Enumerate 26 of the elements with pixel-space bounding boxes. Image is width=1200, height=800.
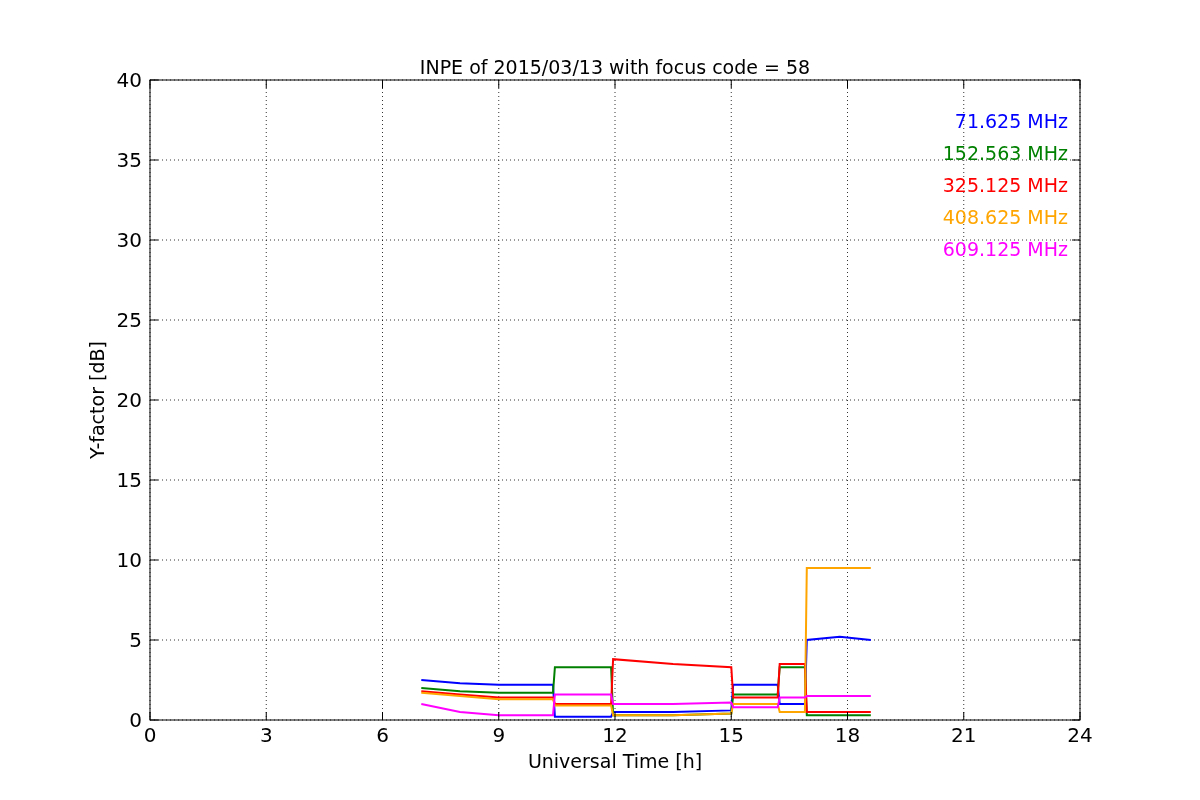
legend-label: 152.563 MHz <box>942 142 1068 164</box>
chart-title: INPE of 2015/03/13 with focus code = 58 <box>419 56 811 78</box>
y-tick-label: 35 <box>116 148 142 172</box>
y-tick-label: 25 <box>116 308 142 332</box>
x-tick-label: 9 <box>492 723 506 747</box>
x-tick-label: 12 <box>602 723 628 747</box>
y-tick-label: 10 <box>116 548 142 572</box>
x-tick-label: 3 <box>259 723 273 747</box>
x-tick-label: 0 <box>143 723 157 747</box>
legend-label: 325.125 MHz <box>942 174 1068 196</box>
x-tick-label: 21 <box>951 723 977 747</box>
y-tick-label: 5 <box>129 628 142 652</box>
y-tick-label: 20 <box>116 388 142 412</box>
legend-label: 609.125 MHz <box>942 238 1068 260</box>
x-tick-label: 6 <box>376 723 389 747</box>
x-tick-label: 24 <box>1067 723 1093 747</box>
x-tick-label: 15 <box>718 723 744 747</box>
y-axis-label: Y-factor [dB] <box>86 341 108 459</box>
y-tick-label: 30 <box>116 228 142 252</box>
legend-label: 408.625 MHz <box>942 206 1068 228</box>
y-tick-label: 0 <box>129 708 142 732</box>
legend-label: 71.625 MHz <box>954 110 1068 132</box>
y-tick-label: 40 <box>116 68 142 92</box>
x-axis-label: Universal Time [h] <box>527 750 703 772</box>
y-tick-label: 15 <box>116 468 142 492</box>
x-tick-label: 18 <box>834 723 861 747</box>
